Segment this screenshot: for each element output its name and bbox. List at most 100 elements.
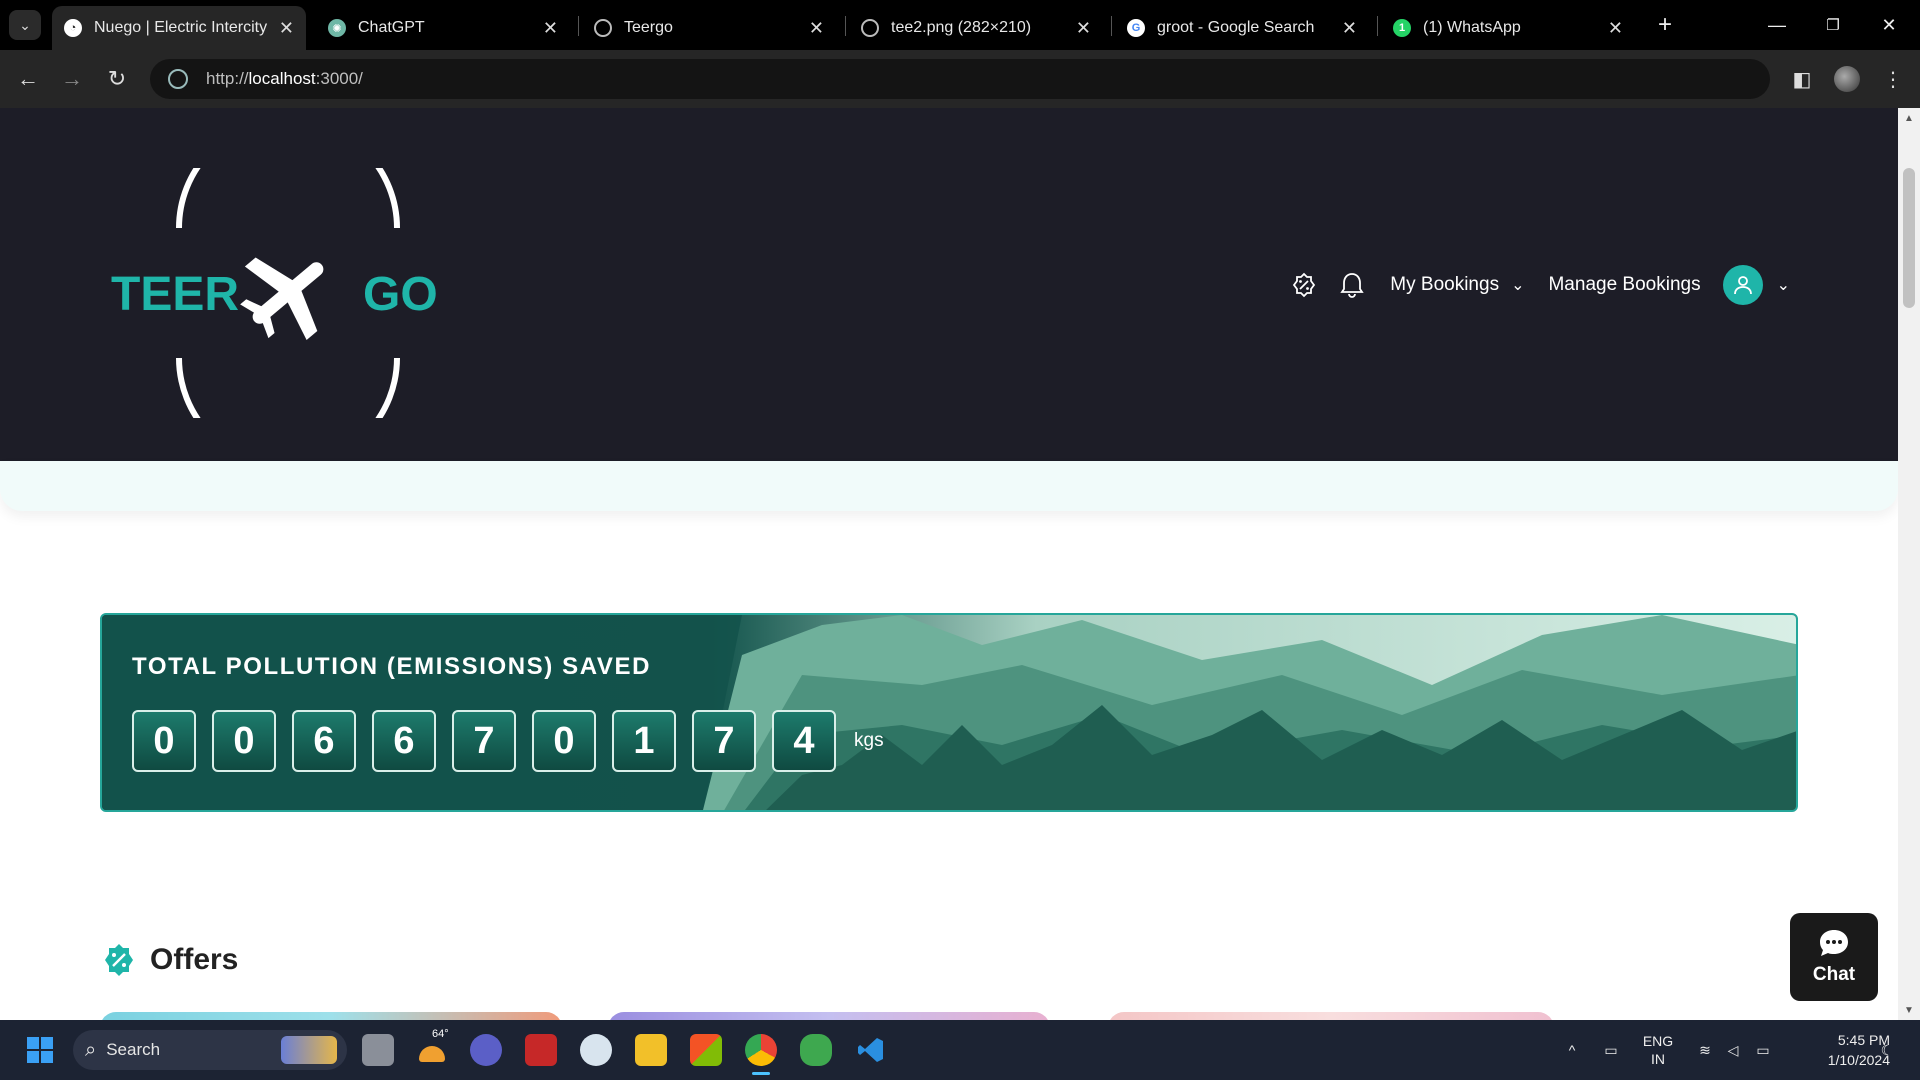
chevron-down-icon: ⌄	[1511, 277, 1525, 294]
tab-google-search[interactable]: G groot - Google Search ✕	[1115, 6, 1369, 50]
whatsapp-favicon-icon: 1	[1393, 19, 1411, 37]
wifi-icon[interactable]: ≋	[1692, 1020, 1718, 1080]
globe-icon	[861, 19, 879, 37]
app-globe-icon[interactable]	[580, 1034, 612, 1066]
notifications-icon[interactable]: ☾	[1872, 1020, 1902, 1080]
taskbar-search-label: Search	[106, 1040, 161, 1059]
offer-card[interactable]	[1108, 1012, 1554, 1020]
emission-unit: kgs	[854, 730, 884, 751]
tablet-mode-icon[interactable]: ▭	[1598, 1020, 1624, 1080]
forward-button[interactable]: →	[57, 64, 87, 94]
google-favicon-icon: G	[1127, 19, 1145, 37]
tab-teergo[interactable]: Teergo ✕	[582, 6, 836, 50]
tab-title: groot - Google Search	[1157, 19, 1315, 36]
search-highlight-icon	[281, 1036, 337, 1064]
side-panel-icon[interactable]: ◧	[1787, 64, 1817, 94]
minimize-window-button[interactable]: —	[1754, 0, 1800, 50]
scrollbar-thumb[interactable]	[1903, 168, 1915, 308]
close-window-button[interactable]: ✕	[1866, 0, 1912, 50]
offers-heading: Offers	[102, 943, 238, 977]
emission-counter-banner: TOTAL POLLUTION (EMISSIONS) SAVED 0 0 6 …	[100, 613, 1798, 812]
address-bar[interactable]: http://localhost:3000/	[150, 59, 1770, 99]
tab-chatgpt[interactable]: ✺ ChatGPT ✕	[316, 6, 570, 50]
logo-ring-top	[176, 168, 400, 229]
browser-menu-icon[interactable]: ⋮	[1878, 64, 1908, 94]
vscode-icon[interactable]	[855, 1034, 887, 1066]
close-tab-icon[interactable]: ✕	[1608, 18, 1623, 39]
restore-window-button[interactable]: ❐	[1810, 0, 1856, 50]
task-view-icon[interactable]	[362, 1034, 394, 1066]
tab-separator	[578, 16, 579, 36]
user-avatar-button[interactable]	[1722, 265, 1763, 305]
site-header: TEER GO My Bookings ⌄ Manage Bookings ⌄	[0, 108, 1898, 461]
user-icon	[1733, 276, 1752, 295]
page-scrollbar[interactable]: ▲ ▼	[1898, 108, 1920, 1020]
close-tab-icon[interactable]: ✕	[1076, 18, 1091, 39]
nuego-favicon-icon: ◔	[64, 19, 82, 37]
active-app-indicator	[752, 1072, 770, 1075]
teergo-logo[interactable]: TEER GO	[105, 168, 445, 418]
logo-text-left: TEER	[111, 268, 239, 321]
taskbar-search-box[interactable]: ⌕ Search	[73, 1030, 347, 1070]
header-nav: My Bookings ⌄ Manage Bookings ⌄	[1290, 265, 1790, 305]
language-indicator[interactable]: ENG IN	[1638, 1020, 1678, 1080]
teams-meet-icon[interactable]	[470, 1034, 502, 1066]
digit-box: 7	[452, 710, 516, 772]
site-info-icon[interactable]	[168, 69, 188, 89]
app-green-icon[interactable]	[800, 1034, 832, 1066]
new-tab-button[interactable]: +	[1650, 10, 1680, 40]
search-icon: ⌕	[85, 1038, 97, 1061]
logo-text-right: GO	[363, 268, 438, 321]
close-tab-icon[interactable]: ✕	[543, 18, 558, 39]
offers-title: Offers	[150, 943, 239, 976]
close-tab-icon[interactable]: ✕	[1342, 18, 1357, 39]
close-tab-icon[interactable]: ✕	[279, 18, 294, 39]
tab-separator	[1111, 16, 1112, 36]
tab-nuego[interactable]: ◔ Nuego | Electric Intercity Bus ✕	[52, 6, 306, 50]
offer-badge-icon	[105, 944, 133, 976]
tab-separator	[1377, 16, 1378, 36]
tab-title: tee2.png (282×210)	[891, 19, 1032, 36]
tab-tee2-image[interactable]: tee2.png (282×210) ✕	[849, 6, 1103, 50]
chrome-icon[interactable]	[745, 1034, 777, 1066]
microsoft-store-icon[interactable]	[690, 1034, 722, 1066]
scroll-down-icon[interactable]: ▼	[1898, 1002, 1920, 1018]
tab-search-button[interactable]: ⌄	[9, 10, 41, 40]
back-button[interactable]: ←	[13, 64, 43, 94]
close-tab-icon[interactable]: ✕	[809, 18, 824, 39]
tab-whatsapp[interactable]: 1 (1) WhatsApp ✕	[1381, 6, 1635, 50]
digit-box: 0	[212, 710, 276, 772]
offers-badge-icon[interactable]	[1290, 271, 1318, 299]
browser-toolbar: ← → ↻ http://localhost:3000/ ◧ ⋮	[0, 50, 1920, 108]
offer-card[interactable]	[100, 1012, 562, 1020]
weather-widget-icon[interactable]: 64°	[416, 1028, 449, 1066]
offer-card[interactable]	[608, 1012, 1050, 1020]
chat-button[interactable]: Chat	[1790, 913, 1878, 1001]
digit-box: 1	[612, 710, 676, 772]
file-explorer-icon[interactable]	[635, 1034, 667, 1066]
digit-box: 7	[692, 710, 756, 772]
my-bookings-label: My Bookings	[1390, 274, 1500, 295]
search-strip	[0, 461, 1898, 511]
tab-title: ChatGPT	[358, 19, 425, 36]
profile-button[interactable]	[1832, 64, 1862, 94]
reload-button[interactable]: ↻	[102, 64, 132, 94]
my-bookings-dropdown[interactable]: My Bookings ⌄	[1390, 274, 1524, 296]
weather-temperature: 64°	[432, 1028, 449, 1040]
battery-icon[interactable]: ▭	[1750, 1020, 1776, 1080]
scroll-up-icon[interactable]: ▲	[1898, 110, 1920, 126]
weather-sun-shape	[419, 1046, 445, 1062]
tab-title: Teergo	[624, 19, 673, 36]
digit-box: 6	[292, 710, 356, 772]
digit-box: 6	[372, 710, 436, 772]
emission-digits: 0 0 6 6 7 0 1 7 4 kgs	[132, 710, 884, 772]
manage-bookings-link[interactable]: Manage Bookings	[1548, 274, 1700, 296]
show-hidden-icons-icon[interactable]: ^	[1560, 1020, 1584, 1080]
profile-chevron-down-icon[interactable]: ⌄	[1777, 275, 1790, 295]
windows-start-icon[interactable]	[24, 1034, 56, 1066]
volume-icon[interactable]: ◁	[1720, 1020, 1746, 1080]
globe-icon	[594, 19, 612, 37]
bell-icon[interactable]	[1338, 271, 1366, 299]
app-red-icon[interactable]	[525, 1034, 557, 1066]
chat-label: Chat	[1812, 964, 1856, 985]
